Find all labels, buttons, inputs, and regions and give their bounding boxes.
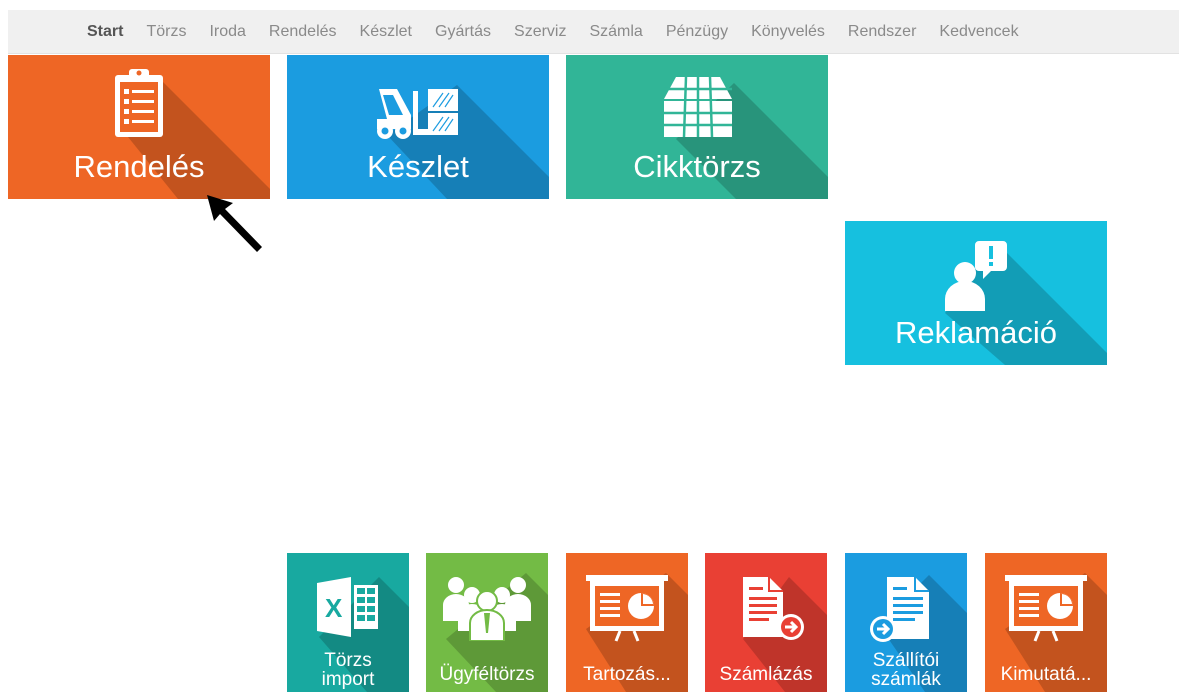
top-menu-bar: Start Törzs Iroda Rendelés Készlet Gyárt… — [8, 10, 1179, 54]
invoice-receive-icon — [870, 577, 929, 642]
tile-label: Ügyféltörzs — [439, 664, 535, 685]
tile-torzs-import[interactable]: X Törzs import — [287, 553, 409, 692]
tile-rendeles[interactable]: Rendelés — [8, 55, 270, 199]
menu-keszlet[interactable]: Készlet — [360, 23, 412, 41]
menu-rendeles[interactable]: Rendelés — [269, 23, 337, 41]
invoice-send-icon — [743, 577, 804, 640]
tile-label: Rendelés — [73, 149, 205, 184]
tile-label: Számlázás — [719, 664, 813, 685]
presentation-chart-icon — [1005, 575, 1087, 642]
tile-label: Kimutatá... — [1000, 664, 1092, 685]
tile-ugyfeltorzs[interactable]: Ügyféltörzs — [426, 553, 548, 692]
tile-label: Cikktörzs — [633, 149, 761, 184]
menu-szamla[interactable]: Számla — [589, 23, 642, 41]
menu-kedvencek[interactable]: Kedvencek — [939, 23, 1018, 41]
tile-reklamacio[interactable]: Reklamáció — [845, 221, 1107, 365]
boxes-icon — [664, 76, 732, 138]
tile-label: Készlet — [367, 149, 469, 184]
menu-penzugy[interactable]: Pénzügy — [666, 23, 728, 41]
people-group-icon — [443, 577, 531, 641]
tile-label-line2: import — [321, 669, 375, 690]
tile-szamlazas[interactable]: Számlázás — [705, 553, 827, 692]
tile-tartozas[interactable]: Tartozás... — [566, 553, 688, 692]
menu-start[interactable]: Start — [87, 23, 123, 41]
tile-label-line1: Szállítói — [872, 650, 940, 671]
menu-szerviz[interactable]: Szerviz — [514, 23, 566, 41]
tile-szallitoi-szamlak[interactable]: Szállítói számlák — [845, 553, 967, 692]
menu-torzs[interactable]: Törzs — [146, 23, 186, 41]
tile-keszlet[interactable]: Készlet — [287, 55, 549, 199]
user-alert-icon — [945, 241, 1007, 311]
pointer-arrow-icon — [207, 195, 262, 252]
tile-cikktorzs[interactable]: Cikktörzs — [566, 55, 828, 199]
menu-gyartas[interactable]: Gyártás — [435, 23, 491, 41]
tile-kimutatas[interactable]: Kimutatá... — [985, 553, 1107, 692]
clipboard-list-icon — [115, 69, 163, 137]
excel-icon: X — [317, 577, 378, 637]
svg-text:X: X — [325, 593, 343, 623]
menu-iroda[interactable]: Iroda — [209, 23, 245, 41]
tile-label-line1: Törzs — [324, 650, 372, 671]
tile-label: Tartozás... — [583, 664, 671, 685]
tile-label-line2: számlák — [871, 669, 941, 690]
menu-konyveles[interactable]: Könyvelés — [751, 23, 825, 41]
presentation-chart-icon — [586, 575, 668, 642]
tile-label: Reklamáció — [895, 315, 1057, 350]
forklift-icon — [377, 89, 458, 139]
menu-rendszer[interactable]: Rendszer — [848, 23, 916, 41]
